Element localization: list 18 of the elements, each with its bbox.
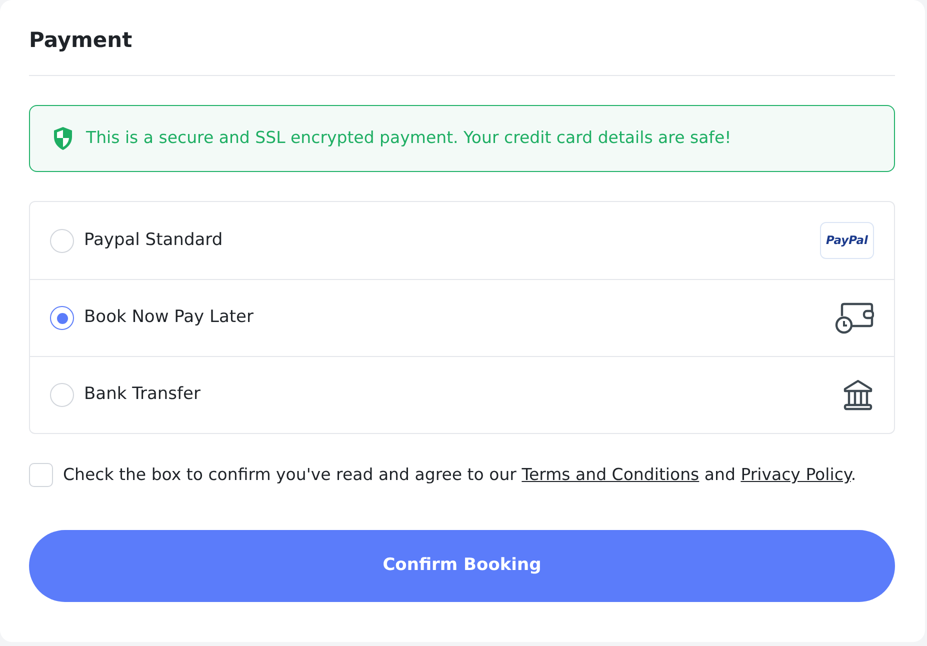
agreement-text: Check the box to confirm you've read and agree to our Terms and Conditions and Privacy Policy. bbox=[63, 464, 856, 486]
option-label: Bank Transfer bbox=[84, 383, 200, 406]
policy-link[interactable]: Privacy Policy bbox=[740, 465, 851, 484]
payment-option[interactable]: Bank Transfer bbox=[30, 356, 894, 434]
payment-option[interactable]: Paypal Standard PayPal bbox=[30, 202, 894, 280]
confirm-button[interactable]: Confirm Booking bbox=[29, 530, 895, 602]
option-label: Book Now Pay Later bbox=[84, 306, 254, 330]
policy-link[interactable]: Terms and Conditions bbox=[522, 465, 700, 484]
alert-text: This is a secure and SSL encrypted payment. Your credit card details are safe! bbox=[86, 127, 732, 150]
payment-option[interactable]: Book Now Pay Later bbox=[30, 279, 894, 356]
checkbox[interactable] bbox=[29, 463, 53, 488]
bank-icon bbox=[842, 379, 874, 412]
paypal-logo: PayPal bbox=[820, 222, 874, 260]
wallet-clock-icon bbox=[834, 302, 874, 334]
shield-icon bbox=[52, 126, 74, 152]
section-title: Payment bbox=[29, 28, 895, 76]
option-label: Paypal Standard bbox=[84, 228, 223, 252]
radio-button[interactable] bbox=[50, 306, 74, 330]
